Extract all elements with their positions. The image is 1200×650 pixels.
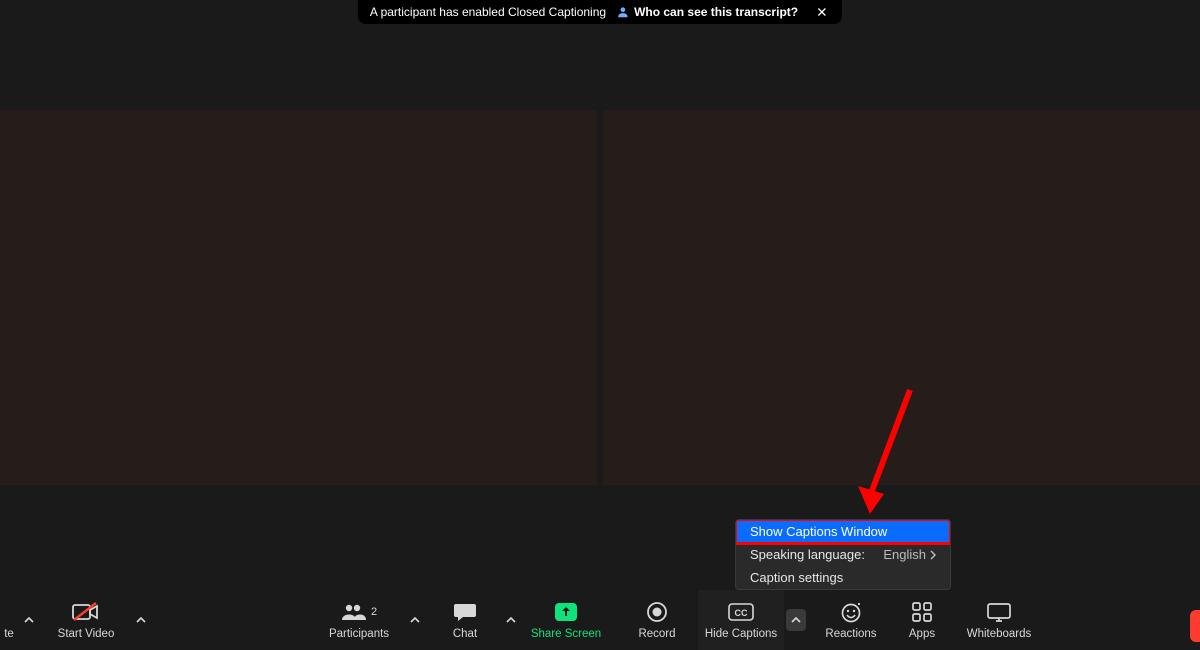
share-screen-icon <box>554 600 578 624</box>
captions-menu: Show Captions Window Speaking language: … <box>735 519 951 590</box>
chevron-up-icon <box>791 617 801 623</box>
participants-icon: 2 <box>341 600 377 624</box>
record-button[interactable]: Record <box>622 590 692 650</box>
participants-count: 2 <box>371 606 377 618</box>
chevron-up-icon <box>24 617 34 623</box>
notification-text: A participant has enabled Closed Caption… <box>370 5 606 19</box>
hide-captions-button[interactable]: CC Hide Captions <box>698 590 784 650</box>
share-screen-button[interactable]: Share Screen <box>522 590 610 650</box>
svg-text:CC: CC <box>735 608 748 618</box>
caption-notification: A participant has enabled Closed Caption… <box>358 0 842 24</box>
transcript-visibility-link[interactable]: Who can see this transcript? <box>616 5 798 19</box>
video-grid <box>0 110 1200 485</box>
leave-button-partial[interactable] <box>1190 610 1200 642</box>
menu-show-captions-window[interactable]: Show Captions Window <box>736 520 950 543</box>
close-notification-button[interactable] <box>814 4 830 20</box>
participants-options-caret[interactable] <box>404 590 426 650</box>
participants-button[interactable]: 2 Participants <box>314 590 404 650</box>
captions-options-caret[interactable] <box>786 609 806 631</box>
cc-icon: CC <box>728 600 754 624</box>
menu-caption-settings[interactable]: Caption settings <box>736 566 950 589</box>
meeting-toolbar: te Start Video <box>0 590 1200 650</box>
apps-button[interactable]: Apps <box>890 590 954 650</box>
whiteboards-icon <box>986 600 1012 624</box>
record-icon <box>646 600 668 624</box>
chevron-up-icon <box>136 617 146 623</box>
apps-icon <box>911 600 933 624</box>
chat-button[interactable]: Chat <box>430 590 500 650</box>
video-pane-right[interactable] <box>603 110 1200 485</box>
reactions-icon <box>840 600 862 624</box>
whiteboards-button[interactable]: Whiteboards <box>954 590 1044 650</box>
chat-options-caret[interactable] <box>500 590 522 650</box>
video-options-caret[interactable] <box>130 590 152 650</box>
start-video-button[interactable]: Start Video <box>42 590 130 650</box>
mute-button-partial[interactable]: te <box>0 590 18 650</box>
person-icon <box>616 5 630 19</box>
speaking-language-value: English <box>883 547 936 562</box>
video-pane-left[interactable] <box>0 110 597 485</box>
mute-options-caret[interactable] <box>18 590 40 650</box>
video-off-icon <box>72 600 100 624</box>
chat-icon <box>453 600 477 624</box>
chevron-up-icon <box>410 617 420 623</box>
menu-speaking-language[interactable]: Speaking language: English <box>736 543 950 566</box>
chevron-right-icon <box>930 550 936 560</box>
reactions-button[interactable]: Reactions <box>812 590 890 650</box>
chevron-up-icon <box>506 617 516 623</box>
